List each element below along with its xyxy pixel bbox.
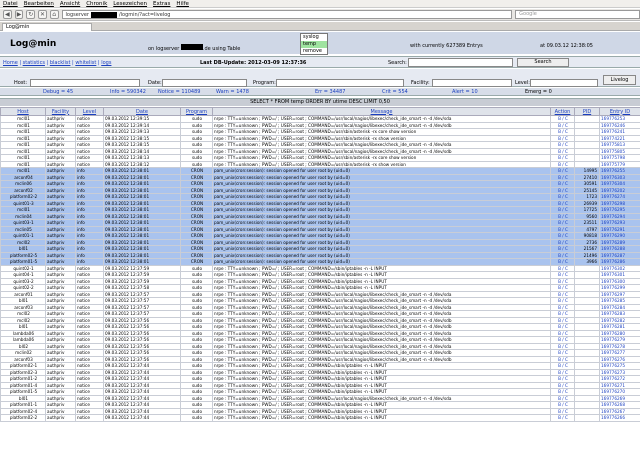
cell-facility: authpriv bbox=[45, 414, 76, 422]
filter-program-select[interactable] bbox=[276, 79, 404, 87]
stat-emerg: Emerg = 0 bbox=[525, 89, 552, 95]
menu-item[interactable]: Bearbeiten bbox=[24, 1, 54, 7]
link-home[interactable]: Home bbox=[3, 60, 18, 66]
url-input[interactable]: logserver /logmin/?act=livelog bbox=[61, 10, 513, 19]
search-input[interactable] bbox=[408, 58, 513, 67]
livelog-button[interactable]: Livelog bbox=[603, 75, 636, 85]
filter-level-label: Level: bbox=[515, 80, 530, 86]
col-date[interactable]: Date bbox=[103, 107, 181, 116]
last-update: Last DB-Update: 2012-03-09 12:37:36 bbox=[200, 60, 307, 66]
link-whitelist[interactable]: whitelist bbox=[75, 60, 96, 66]
links-bar: Home | statistics | blacklist | whitelis… bbox=[0, 56, 640, 68]
app-logo: Log@min bbox=[10, 39, 57, 49]
nav-links: Home | statistics | blacklist | whitelis… bbox=[3, 60, 112, 66]
forward-icon[interactable]: ▶ bbox=[14, 10, 24, 19]
filter-host-select[interactable] bbox=[30, 79, 140, 87]
table-option-selected[interactable]: temp bbox=[301, 41, 327, 48]
stat-notice[interactable]: Notice = 110489 bbox=[158, 89, 200, 95]
table-option[interactable]: syslog bbox=[301, 34, 327, 41]
redacted-host bbox=[180, 44, 203, 50]
menu-list: Datei Bearbeiten Ansicht Chronik Lesezeichen… bbox=[0, 0, 189, 8]
filter-level-select[interactable] bbox=[530, 79, 598, 87]
cell-entry-id[interactable]: 169776266 bbox=[599, 414, 640, 422]
stat-debug[interactable]: Debug = 45 bbox=[43, 89, 73, 95]
host-info: on logserver .de using Table bbox=[148, 44, 241, 52]
cell-message: nrpe : TTY=unknown ; PWD=/ ; USER=root ;… bbox=[212, 414, 551, 422]
filter-date-label: Date: bbox=[148, 80, 162, 86]
filter-facility-label: Facility: bbox=[411, 80, 430, 86]
search-button[interactable]: Search bbox=[517, 58, 569, 67]
stat-alert[interactable]: Alert = 10 bbox=[452, 89, 478, 95]
menu-item[interactable]: Ansicht bbox=[60, 1, 80, 7]
col-entry-id[interactable]: Entry ID bbox=[599, 107, 640, 116]
stat-err[interactable]: Err = 34487 bbox=[315, 89, 345, 95]
table-select[interactable]: syslog temp remove bbox=[300, 33, 328, 55]
level-stats: Debug = 45 Info = 590342 Notice = 110489… bbox=[0, 88, 640, 96]
link-blacklist[interactable]: blacklist bbox=[50, 60, 71, 66]
link-logs[interactable]: logs bbox=[101, 60, 111, 66]
reload-icon[interactable]: ↻ bbox=[26, 10, 36, 19]
link-statistics[interactable]: statistics bbox=[23, 60, 45, 66]
menu-item[interactable]: Extras bbox=[153, 1, 170, 7]
filter-facility-select[interactable] bbox=[432, 79, 512, 87]
stat-crit[interactable]: Crit = 554 bbox=[382, 89, 408, 95]
menu-item[interactable]: Hilfe bbox=[176, 1, 189, 7]
table-header-row: Host Facility Level Date Program Message… bbox=[0, 107, 640, 116]
col-host[interactable]: Host bbox=[0, 107, 46, 116]
table-option[interactable]: remove bbox=[301, 48, 327, 55]
col-pid[interactable]: PID bbox=[574, 107, 600, 116]
web-search-input[interactable]: Google bbox=[515, 10, 640, 19]
cell-date: 09.03.2012 12:37:44 bbox=[103, 414, 181, 422]
home-icon[interactable]: ⌂ bbox=[49, 10, 59, 19]
filter-program-label: Program: bbox=[253, 80, 276, 86]
back-icon[interactable]: ◀ bbox=[3, 10, 12, 19]
browser-navbar: ◀ ▶ ↻ ✕ ⌂ logserver /logmin/?act=livelog… bbox=[0, 9, 640, 21]
cell-host: platform02-2 bbox=[0, 414, 46, 422]
log-table: Host Facility Level Date Program Message… bbox=[0, 107, 640, 422]
cell-level: notice bbox=[75, 414, 104, 422]
stat-info[interactable]: Info = 590342 bbox=[110, 89, 146, 95]
cell-program: sudo bbox=[180, 414, 213, 422]
menu-item[interactable]: Datei bbox=[3, 1, 18, 7]
url-prefix: logserver bbox=[65, 11, 89, 18]
stat-warn[interactable]: Warn = 1478 bbox=[216, 89, 249, 95]
filter-bar: Host: Date: Program: Facility: Level: Li… bbox=[0, 69, 640, 87]
tab-bar: Log@min bbox=[0, 22, 640, 31]
menu-item[interactable]: Chronik bbox=[86, 1, 107, 7]
table-row[interactable]: platform02-2 authpriv notice 09.03.2012 12:… bbox=[0, 414, 640, 422]
col-message[interactable]: Message bbox=[212, 107, 551, 116]
col-program[interactable]: Program bbox=[180, 107, 213, 116]
current-date: at 09.03.12 12:38:05 bbox=[540, 43, 593, 49]
sql-query: SELECT * FROM temp ORDER BY utime DESC L… bbox=[0, 98, 640, 106]
filter-host-label: Host: bbox=[14, 80, 28, 86]
url-suffix: /logmin/?act=livelog bbox=[118, 11, 171, 18]
col-action[interactable]: Action bbox=[550, 107, 575, 116]
browser-menubar: Datei Bearbeiten Ansicht Chronik Lesezeichen… bbox=[0, 0, 640, 8]
col-facility[interactable]: Facility bbox=[45, 107, 76, 116]
cell-action[interactable]: B / C bbox=[550, 414, 575, 422]
search-label: Search: bbox=[388, 60, 407, 66]
entry-count: with currently 627389 Entrys bbox=[410, 43, 483, 49]
filter-date-select[interactable] bbox=[162, 79, 247, 87]
menu-item[interactable]: Lesezeichen bbox=[113, 1, 147, 7]
redacted-block bbox=[90, 11, 117, 18]
tab-logamin[interactable]: Log@min bbox=[2, 23, 92, 31]
cell-pid bbox=[574, 414, 600, 422]
stop-icon[interactable]: ✕ bbox=[38, 10, 47, 19]
col-level[interactable]: Level bbox=[75, 107, 104, 116]
